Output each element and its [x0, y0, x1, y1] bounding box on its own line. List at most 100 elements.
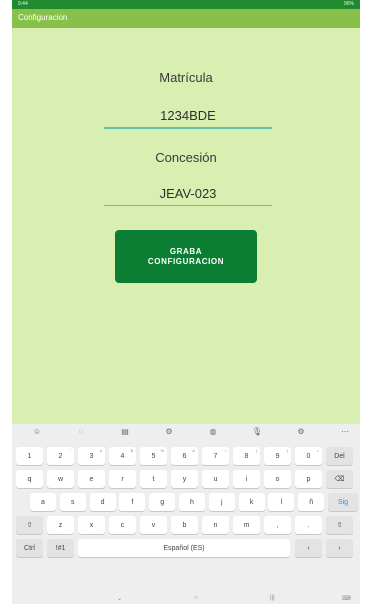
key-f-label: f [131, 498, 134, 506]
backspace-key[interactable]: ⌫ [326, 470, 353, 488]
key-z[interactable]: z [47, 516, 74, 534]
key-j[interactable]: j [208, 493, 235, 511]
key-6-label: 6 [182, 452, 187, 460]
key-r-label: r [121, 475, 124, 483]
key-6-secondary: & [192, 448, 195, 453]
key-1[interactable]: 1 [16, 447, 43, 465]
backspace-key-label: ⌫ [334, 476, 345, 483]
key-j-label: j [221, 498, 223, 506]
key-8-secondary: ( [255, 448, 257, 453]
shift-left-key[interactable]: ⇧ [16, 516, 43, 534]
key-u[interactable]: u [202, 470, 229, 488]
key-x[interactable]: x [78, 516, 105, 534]
concesion-input[interactable]: JEAV-023 [104, 186, 272, 206]
key-e[interactable]: e [78, 470, 105, 488]
key-c-label: c [120, 521, 125, 529]
key-period[interactable]: . [295, 516, 322, 534]
key-4[interactable]: 4 $ [109, 447, 136, 465]
key-t[interactable]: t [140, 470, 167, 488]
toolbar-mic-icon[interactable]: 🎙 [250, 427, 264, 436]
symbols-key-label: !#1 [55, 544, 66, 552]
key-5[interactable]: 5% [140, 447, 167, 465]
key-p[interactable]: p [295, 470, 322, 488]
space-key-label: Español (ES) [163, 544, 205, 552]
ctrl-key[interactable]: Ctrl [16, 539, 43, 557]
key-v[interactable]: v [140, 516, 167, 534]
toolbar-sticker-icon[interactable]: ◌ [74, 427, 88, 436]
key-9[interactable]: 9) [264, 447, 291, 465]
key-f[interactable]: f [119, 493, 146, 511]
toolbar-emoji-icon[interactable]: ☺ [30, 427, 44, 436]
key-s[interactable]: s [59, 493, 86, 511]
key-u-label: u [213, 475, 218, 483]
key-d-label: d [100, 498, 105, 506]
key-ñ[interactable]: ñ [298, 493, 325, 511]
key-9-secondary: ) [286, 448, 288, 453]
key-1-label: 1 [27, 452, 32, 460]
key-y-label: y [182, 475, 187, 483]
nav-recents-icon[interactable]: ||| [270, 595, 275, 601]
symbols-key[interactable]: !#1 [47, 539, 74, 557]
key-3[interactable]: 3 # [78, 447, 105, 465]
key-y[interactable]: y [171, 470, 198, 488]
key-8[interactable]: 8( [233, 447, 260, 465]
key-c[interactable]: c [109, 516, 136, 534]
key-n[interactable]: n [202, 516, 229, 534]
key-d[interactable]: d [89, 493, 116, 511]
matricula-input[interactable]: 1234BDE [104, 108, 272, 129]
key-o[interactable]: o [264, 470, 291, 488]
key-q[interactable]: q [16, 470, 43, 488]
concesion-label: Concesión [155, 150, 217, 165]
nav-down-icon[interactable]: ⌄ [117, 595, 122, 602]
key-a[interactable]: a [30, 493, 56, 511]
key-h-label: h [190, 498, 194, 506]
key-0[interactable]: 0 = [295, 447, 322, 465]
toolbar-gif-icon[interactable]: ⚙ [162, 427, 176, 436]
key-comma[interactable]: , [264, 516, 291, 534]
space-key[interactable]: Español (ES) [78, 539, 290, 557]
keyboard-toolbar: ☺ ◌ ▤ ⚙ ◍ 🎙 ⚙ ⋯ [12, 424, 360, 441]
key-a-label: a [41, 498, 45, 506]
key-r[interactable]: r [109, 470, 136, 488]
key-comma-label: , [276, 521, 279, 529]
key-w[interactable]: w [47, 470, 74, 488]
save-configuration-button[interactable]: GRABA CONFIGURACION [115, 230, 257, 283]
key-7[interactable]: 7/ [202, 447, 229, 465]
key-s-label: s [71, 498, 75, 506]
key-p-label: p [306, 475, 311, 483]
key-b[interactable]: b [171, 516, 198, 534]
next-key[interactable]: Sig [328, 493, 358, 511]
toolbar-settings-icon[interactable]: ◍ [206, 427, 220, 436]
key-k[interactable]: k [238, 493, 265, 511]
key-m[interactable]: m [233, 516, 260, 534]
key-2[interactable]: 2 " [47, 447, 74, 465]
nav-keyboard-icon[interactable]: ⌨ [342, 595, 351, 602]
status-time: 9:44 [18, 1, 28, 7]
cursor-left-key[interactable]: ‹ [295, 539, 322, 557]
key-w-label: w [57, 475, 64, 483]
key-3-secondary: # [99, 448, 102, 453]
key-e-label: e [89, 475, 94, 483]
cursor-left-key-label: ‹ [307, 544, 310, 552]
nav-home-icon[interactable]: ○ [194, 595, 198, 601]
toolbar-more-icon[interactable]: ⋯ [338, 427, 352, 436]
key-delete-label: Del [334, 452, 345, 460]
key-6[interactable]: 6 & [171, 447, 198, 465]
key-delete[interactable]: Del [326, 447, 353, 465]
key-g[interactable]: g [149, 493, 176, 511]
key-l[interactable]: l [268, 493, 295, 511]
key-4-secondary: $ [130, 448, 133, 453]
shift-right-key[interactable]: ⇧ [326, 516, 353, 534]
cursor-right-key[interactable]: › [326, 539, 353, 557]
app-bar: Configuracion [12, 9, 360, 28]
key-i[interactable]: i [233, 470, 260, 488]
key-n-label: n [213, 521, 218, 529]
toolbar-gear-icon[interactable]: ⚙ [294, 427, 308, 436]
key-i-label: i [245, 475, 248, 483]
toolbar-clipboard-icon[interactable]: ▤ [118, 427, 132, 436]
key-9-label: 9 [275, 452, 280, 460]
key-4-label: 4 [120, 452, 125, 460]
key-period-label: . [307, 521, 310, 529]
key-h[interactable]: h [179, 493, 205, 511]
next-key-label: Sig [337, 498, 349, 506]
